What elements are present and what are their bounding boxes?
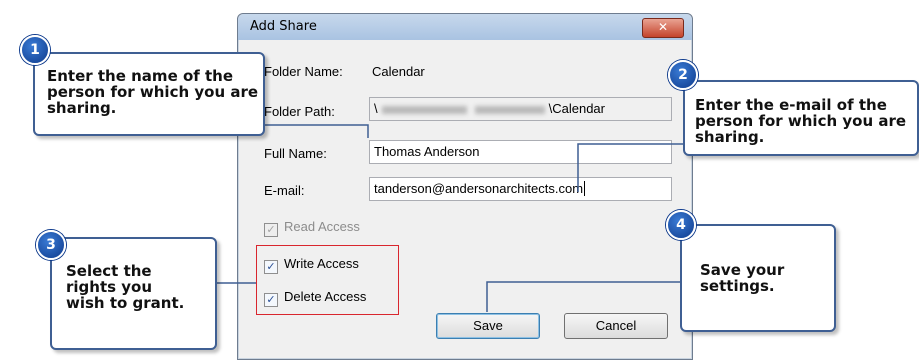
callout-4-text: Save your settings.: [700, 261, 785, 295]
callout-3-badge: 3: [36, 230, 66, 260]
callout-1: Enter the name of the person for which y…: [33, 52, 265, 136]
connector-1: [263, 124, 369, 138]
callout-1-text: Enter the name of the person for which y…: [47, 67, 259, 117]
callout-3: Select the rights you wish to grant.: [50, 237, 217, 350]
callout-2-text: Enter the e-mail of the person for which…: [695, 96, 907, 146]
callout-3-text: Select the rights you wish to grant.: [66, 262, 185, 312]
callout-2: Enter the e-mail of the person for which…: [683, 80, 919, 156]
callout-2-badge: 2: [668, 60, 698, 90]
callout-4-badge: 4: [666, 210, 696, 240]
connector-2: [577, 143, 683, 192]
callout-1-badge: 1: [20, 35, 50, 65]
connector-4: [486, 281, 680, 312]
callout-4: Save your settings.: [680, 224, 836, 332]
